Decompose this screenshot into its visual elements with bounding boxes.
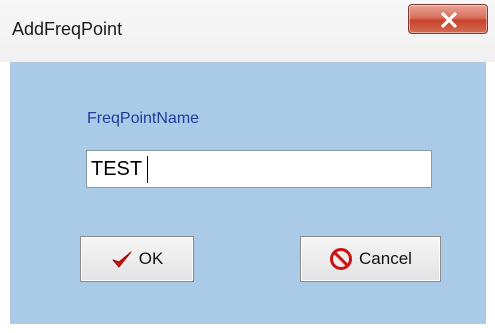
dialog-body: FreqPointName OK Cancel (10, 62, 486, 324)
cancel-button[interactable]: Cancel (300, 236, 441, 282)
close-x-icon (441, 12, 457, 28)
cancel-button-label: Cancel (359, 249, 412, 268)
text-caret (147, 156, 148, 183)
freq-point-name-label: FreqPointName (87, 110, 200, 127)
ok-button[interactable]: OK (80, 236, 194, 282)
checkmark-icon (111, 249, 133, 269)
ok-button-label: OK (138, 249, 164, 268)
title-bar[interactable]: AddFreqPoint (0, 0, 495, 62)
freq-point-name-input[interactable] (86, 150, 432, 188)
prohibited-icon (329, 247, 353, 271)
window-title: AddFreqPoint (12, 19, 123, 39)
dialog-window: AddFreqPoint FreqPointName OK (0, 0, 495, 333)
close-button[interactable] (408, 4, 488, 34)
